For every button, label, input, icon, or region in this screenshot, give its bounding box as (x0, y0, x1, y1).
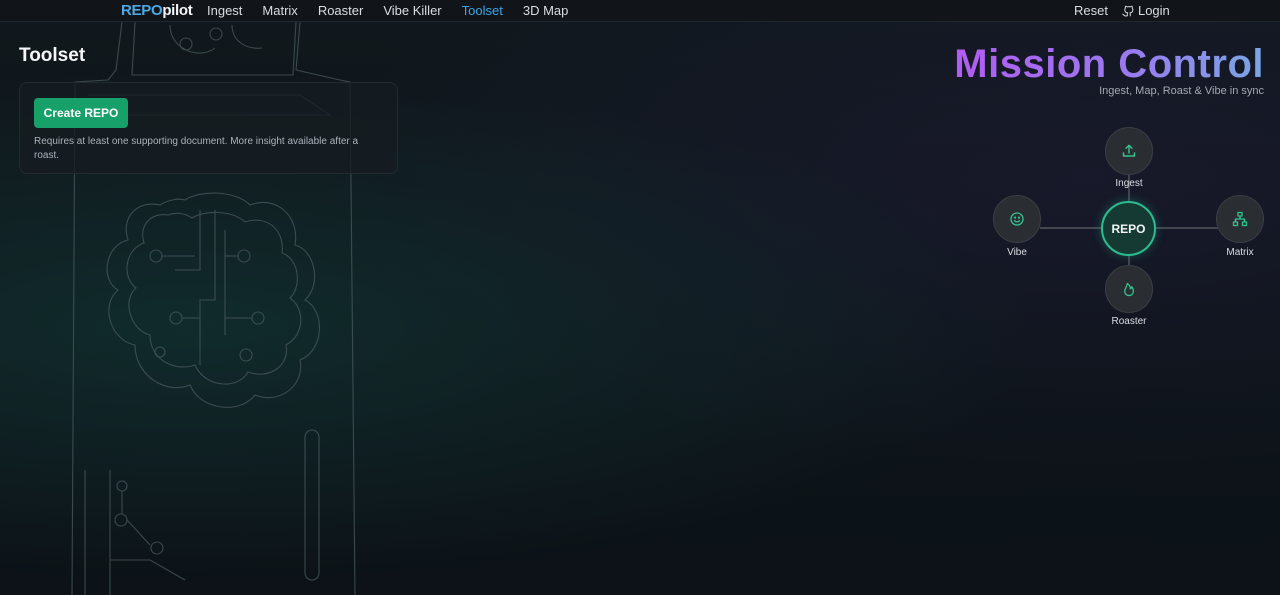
vibe-node-label: Vibe (1007, 247, 1027, 258)
nav-link-matrix[interactable]: Matrix (262, 3, 297, 18)
login-button[interactable]: Login (1122, 3, 1170, 18)
card-note: Requires at least one supporting documen… (34, 136, 359, 161)
nav-link-ingest[interactable]: Ingest (207, 3, 242, 18)
smiley-icon (1010, 212, 1024, 226)
vibe-node[interactable] (993, 195, 1041, 243)
nav-link-toolset[interactable]: Toolset (462, 3, 503, 18)
roaster-node[interactable] (1105, 265, 1153, 313)
page: REPOpilot Ingest Matrix Roaster Vibe Kil… (0, 0, 1280, 595)
reset-button[interactable]: Reset (1074, 3, 1108, 18)
flame-icon (1124, 282, 1134, 297)
network-icon (1232, 211, 1248, 227)
roaster-node-label: Roaster (1111, 316, 1147, 327)
nav-link-3d-map[interactable]: 3D Map (523, 3, 569, 18)
nav-link-vibe-killer[interactable]: Vibe Killer (383, 3, 441, 18)
page-title: Toolset (19, 45, 86, 66)
github-icon (1122, 5, 1134, 17)
mission-control-subtitle: Ingest, Map, Roast & Vibe in sync (1099, 85, 1264, 97)
ingest-node[interactable] (1105, 127, 1153, 175)
brand-logo[interactable]: REPOpilot (121, 2, 193, 19)
mission-control-title: Mission Control (954, 42, 1264, 86)
matrix-node[interactable] (1216, 195, 1264, 243)
repo-center-node[interactable]: REPO (1101, 201, 1156, 256)
create-repo-button[interactable]: Create REPO (34, 98, 128, 128)
nav-links: Ingest Matrix Roaster Vibe Killer Toolse… (207, 3, 588, 18)
brand-logo-part1: REPO (121, 2, 163, 19)
upload-icon (1122, 144, 1136, 157)
brand-logo-part2: pilot (162, 2, 193, 19)
matrix-node-label: Matrix (1226, 247, 1254, 258)
top-navbar: REPOpilot Ingest Matrix Roaster Vibe Kil… (0, 0, 1280, 22)
nav-right: Reset Login (1074, 3, 1170, 18)
ingest-node-label: Ingest (1115, 178, 1143, 189)
login-label: Login (1137, 3, 1170, 18)
toolset-card: Create REPO Requires at least one suppor… (19, 82, 398, 174)
nav-link-roaster[interactable]: Roaster (318, 3, 364, 18)
